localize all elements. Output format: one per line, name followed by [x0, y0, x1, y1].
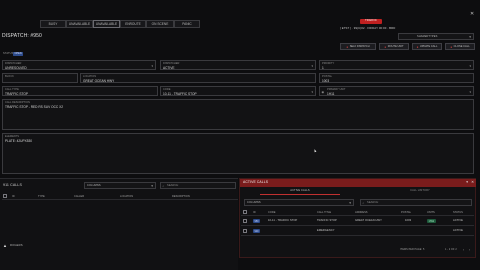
- search-icon: ⌕: [362, 201, 365, 206]
- traffic-badge: TRAFFIC: [360, 19, 382, 24]
- calls-911-header-row: ID TYPE CALLER LOCATION DESCRIPTION: [2, 192, 238, 200]
- close-icon[interactable]: ✕: [471, 180, 474, 184]
- search-icon: ⌕: [162, 184, 165, 189]
- chevron-down-icon: ▾: [311, 90, 313, 94]
- call-type-field[interactable]: CALL TYPE TRAFFIC STOP: [2, 86, 158, 96]
- call-code: 10-11 - TRAFFIC STOP: [268, 218, 298, 222]
- call-title: TRAFFIC STOP: [317, 218, 337, 222]
- select-all-checkbox[interactable]: [3, 194, 7, 198]
- location-field[interactable]: LOCATION GREAT OCEAN HWY: [80, 73, 316, 83]
- dispatch-icon: ●: [346, 44, 349, 49]
- update-icon: ●: [416, 44, 419, 49]
- row-checkbox[interactable]: [243, 219, 247, 223]
- page-range: 1 - 2 OF 2: [445, 248, 457, 251]
- calls-911-search-input[interactable]: ⌕ SEARCH: [160, 182, 236, 189]
- items-per-page[interactable]: ITEMS PER PAGE: 5: [400, 248, 424, 251]
- call-title: EMERGENCY: [317, 228, 335, 232]
- pagination: ITEMS PER PAGE: 5 1 - 2 OF 2 ‹ ›: [400, 247, 476, 254]
- call-id-badge: 949: [253, 229, 260, 233]
- self-dispatch-button[interactable]: ● SELF DISPATCH: [340, 43, 376, 50]
- unit-badge: 1H11: [427, 219, 436, 223]
- chevron-down-icon: ▾: [349, 200, 351, 205]
- call-postal: 1003: [405, 218, 412, 222]
- dispatcher-field[interactable]: DISPATCHER UNRESOLVED ▾: [2, 60, 156, 70]
- dispatcher-status-field[interactable]: DISPATCHER ACTIVE ▾: [160, 60, 316, 70]
- call-description-field[interactable]: CALL DESCRIPTION TRAFFIC STOP - RED RS S…: [2, 99, 474, 130]
- active-calls-header-row: ID CODE CALL TITLE ADDRESS POSTAL UNITS …: [241, 208, 474, 216]
- top-status-bar: BUSY UNAVAILABLE UNAVAILABLE ENROUTE ON …: [0, 0, 480, 34]
- route-unit-button[interactable]: ● ROUTE UNIT: [379, 43, 409, 50]
- tab-active-calls[interactable]: ACTIVE CALLS: [260, 188, 340, 195]
- next-page-icon[interactable]: ›: [469, 248, 470, 252]
- call-id-badge: 950: [253, 219, 260, 223]
- row-checkbox[interactable]: [243, 229, 247, 233]
- status-label: STATUS: [3, 52, 14, 55]
- active-calls-header: ACTIVE CALLS ▾ ✕: [240, 179, 476, 187]
- unit-icon: ◉: [321, 90, 325, 94]
- chevron-down-icon: ▾: [469, 64, 471, 68]
- chevron-down-icon: ▾: [311, 64, 313, 68]
- calls-911-title: 911 CALLS: [3, 183, 23, 187]
- update-call-button[interactable]: ● UPDATE CALL: [412, 43, 442, 50]
- calls-911-columns-select[interactable]: COLUMNS ▾: [84, 182, 156, 189]
- tab-call-history[interactable]: CALL HISTORY: [380, 188, 460, 195]
- elements-field[interactable]: ELEMENTS PLATE: 42UPX530: [2, 133, 474, 174]
- status-enroute-button[interactable]: ENROUTE: [120, 20, 146, 28]
- collapse-icon[interactable]: ▾: [466, 180, 468, 184]
- priority-field[interactable]: PRIORITY 1 ▾: [319, 60, 474, 70]
- call-address: GREAT OCEAN HWY: [355, 218, 382, 222]
- primary-unit-field[interactable]: ◉ PRIMARY UNIT 1H11 ▾: [319, 86, 474, 96]
- table-row[interactable]: 950 10-11 - TRAFFIC STOP TRAFFIC STOP GR…: [241, 216, 474, 226]
- prev-page-icon[interactable]: ‹: [463, 248, 464, 252]
- route-icon: ●: [384, 44, 387, 49]
- status-unavailable-active-button[interactable]: UNAVAILABLE: [93, 20, 120, 28]
- status-panic-button[interactable]: PANIC: [174, 20, 200, 28]
- active-calls-search-input[interactable]: ⌕ SEARCH: [360, 199, 472, 206]
- status-onscene-button[interactable]: ON SCENE: [146, 20, 174, 28]
- chevron-down-icon: ▾: [469, 34, 471, 39]
- footer-user-label: ROGERS: [10, 243, 23, 247]
- close-call-button[interactable]: ● CLOSE CALL: [445, 43, 475, 50]
- active-calls-columns-select[interactable]: COLUMNS ▾: [244, 199, 354, 206]
- call-status: ACTIVE: [453, 218, 463, 222]
- chevron-down-icon: ▾: [469, 90, 471, 94]
- warning-icon: ▲: [3, 243, 7, 248]
- sharedtypes-select[interactable]: SHAREDTYPES ▾: [398, 33, 474, 40]
- status-line: [ ETST ] · 99(C)#2 · FRIDAY 00:00 · BRD: [340, 26, 396, 30]
- block-field[interactable]: BLOCK: [2, 73, 78, 83]
- code-field[interactable]: CODE 10-11 - TRAFFIC STOP ▾: [160, 86, 316, 96]
- close-call-icon: ●: [450, 44, 453, 49]
- chevron-down-icon: ▾: [151, 183, 153, 188]
- call-status: ACTIVE: [453, 228, 463, 232]
- calls-911-panel: 911 CALLS COLUMNS ▾ ⌕ SEARCH ID TYPE CAL…: [0, 178, 238, 270]
- table-row[interactable]: 949 EMERGENCY ACTIVE: [241, 226, 474, 236]
- window-close-icon[interactable]: ✕: [470, 11, 474, 17]
- page-title: DISPATCH: #950: [2, 33, 42, 39]
- postal-field[interactable]: POSTAL 1003: [319, 73, 474, 83]
- status-busy-button[interactable]: BUSY: [40, 20, 66, 28]
- status-badge: OPEN: [13, 51, 24, 56]
- status-unavailable-button[interactable]: UNAVAILABLE: [66, 20, 93, 28]
- select-all-checkbox[interactable]: [243, 210, 247, 214]
- chevron-down-icon: ▾: [151, 64, 153, 68]
